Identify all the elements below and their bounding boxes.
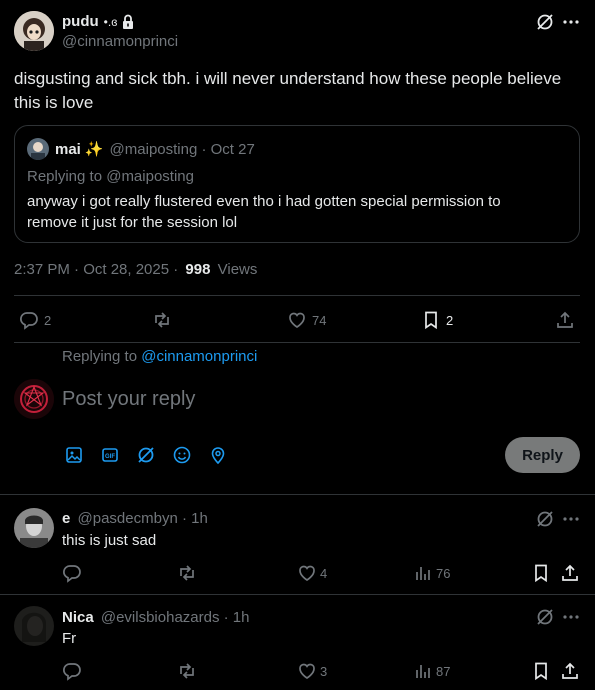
share-icon[interactable] (555, 310, 575, 330)
views-icon[interactable] (413, 563, 433, 583)
divider (0, 594, 595, 595)
quoted-post-card[interactable]: mai ✨ @maiposting · Oct 27 Replying to @… (14, 125, 580, 243)
reply-meta: @evilsbiohazards · 1h (100, 609, 250, 626)
replying-to-handle-link[interactable]: @cinnamonprinci (141, 348, 257, 365)
quoted-header: mai ✨ @maiposting · Oct 27 (55, 140, 255, 159)
divider (0, 494, 595, 495)
reply-text: this is just sad (62, 532, 157, 549)
views-icon[interactable] (413, 661, 433, 681)
more-options-icon[interactable] (561, 607, 581, 627)
post-timestamp-row: 2:37 PM · Oct 28, 2025 · 998 Views (14, 261, 257, 278)
reply-header: Nica @evilsbiohazards · 1h (62, 609, 250, 626)
grok-compose-icon[interactable] (136, 445, 156, 465)
reply-icon[interactable] (62, 563, 82, 583)
quoted-display-name: mai (55, 140, 81, 158)
quoted-replying-to: Replying to @maiposting (27, 168, 194, 185)
reply-text: Fr (62, 630, 77, 647)
reply-icon[interactable] (19, 310, 39, 330)
like-count: 4 (320, 566, 328, 581)
repost-icon[interactable] (177, 563, 197, 583)
divider (14, 342, 580, 343)
like-icon[interactable] (297, 563, 317, 583)
quoted-text: anyway i got really flustered even tho i… (27, 193, 501, 231)
grok-icon[interactable] (535, 509, 555, 529)
reply-avatar[interactable] (14, 606, 54, 646)
lock-icon (121, 14, 135, 30)
reply-avatar[interactable] (14, 508, 54, 548)
bookmark-icon[interactable] (531, 563, 551, 583)
reply-display-name[interactable]: Nica (62, 609, 94, 626)
repost-icon[interactable] (177, 661, 197, 681)
author-handle[interactable]: @cinnamonprinci (62, 33, 178, 50)
divider (14, 295, 580, 296)
like-count: 74 (312, 313, 327, 328)
reply-button[interactable]: Reply (505, 437, 580, 473)
composer-replying-to: Replying to @cinnamonprinci (62, 348, 258, 365)
repost-icon[interactable] (152, 310, 172, 330)
media-icon[interactable] (64, 445, 84, 465)
post-text: disgusting and sick tbh. i will never un… (14, 69, 562, 112)
svg-text:GIF: GIF (105, 454, 115, 460)
like-icon[interactable] (297, 661, 317, 681)
reply-count: 2 (44, 313, 52, 328)
author-name-row: pudu •.ɞ (62, 13, 135, 31)
reply-display-name[interactable]: e (62, 510, 70, 527)
share-icon[interactable] (560, 661, 580, 681)
views-count: 87 (436, 664, 451, 679)
emoji-icon[interactable] (172, 445, 192, 465)
share-icon[interactable] (560, 563, 580, 583)
like-icon[interactable] (287, 310, 307, 330)
author-display-name[interactable]: pudu (62, 13, 99, 31)
location-icon[interactable] (208, 445, 228, 465)
reply-meta: @pasdecmbyn · 1h (77, 510, 208, 527)
reply-header: e @pasdecmbyn · 1h (62, 510, 208, 527)
views-label: Views (217, 261, 258, 278)
author-avatar[interactable] (14, 11, 54, 51)
more-options-icon[interactable] (561, 509, 581, 529)
sparkles-emoji: ✨ (84, 141, 104, 158)
reply-input[interactable] (62, 385, 482, 413)
current-user-avatar[interactable] (14, 379, 54, 419)
bookmark-icon[interactable] (531, 661, 551, 681)
reply-icon[interactable] (62, 661, 82, 681)
views-count: 998 (185, 261, 211, 278)
bookmark-icon[interactable] (421, 310, 441, 330)
grok-icon[interactable] (535, 12, 555, 32)
more-options-icon[interactable] (561, 12, 581, 32)
quoted-avatar (27, 138, 49, 160)
grok-icon[interactable] (535, 607, 555, 627)
like-count: 3 (320, 664, 328, 679)
quoted-handle-date: @maiposting · Oct 27 (109, 140, 255, 158)
views-count: 76 (436, 566, 451, 581)
author-name-emoji: •.ɞ (103, 15, 118, 29)
gif-icon[interactable]: GIF (100, 445, 120, 465)
bookmark-count: 2 (446, 313, 454, 328)
post-timestamp[interactable]: 2:37 PM · Oct 28, 2025 · (14, 261, 178, 278)
